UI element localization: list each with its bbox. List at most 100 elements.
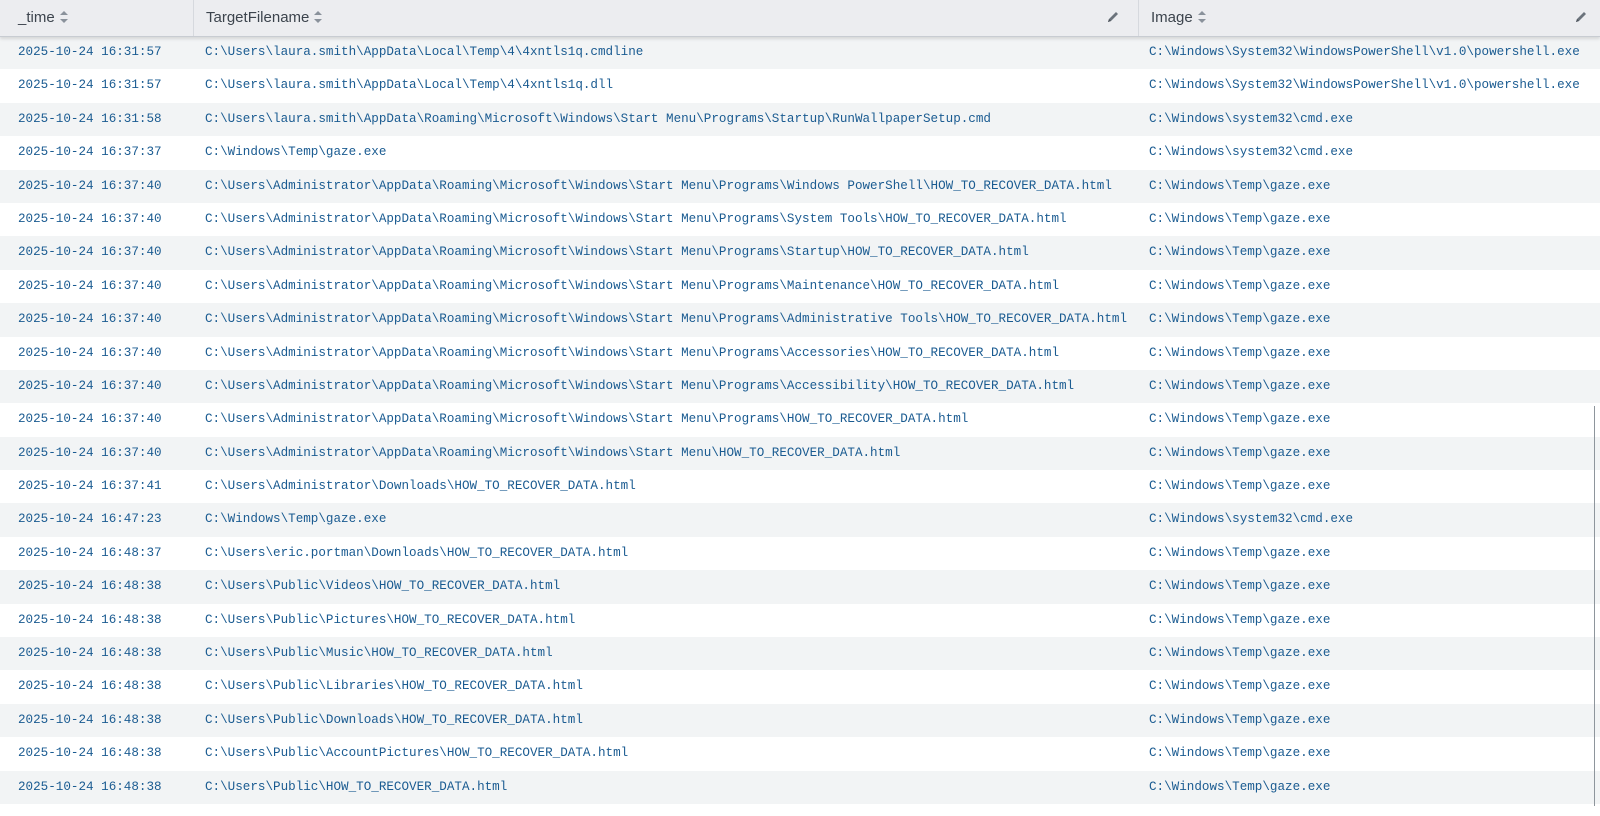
cell-image[interactable]: C:\Windows\Temp\gaze.exe: [1149, 270, 1330, 303]
cell-image[interactable]: C:\Windows\Temp\gaze.exe: [1149, 370, 1330, 403]
cell-targetfilename[interactable]: C:\Users\eric.portman\Downloads\HOW_TO_R…: [205, 537, 628, 570]
cell-time[interactable]: 2025-10-24 16:37:40: [18, 170, 162, 203]
cell-time[interactable]: 2025-10-24 16:37:37: [18, 136, 162, 169]
cell-time[interactable]: 2025-10-24 16:37:40: [18, 437, 162, 470]
cell-targetfilename[interactable]: C:\Users\laura.smith\AppData\Roaming\Mic…: [205, 103, 991, 136]
table-body: 2025-10-24 16:31:57 C:\Users\laura.smith\…: [0, 36, 1600, 804]
column-header-time[interactable]: _time: [0, 0, 193, 36]
column-header-targetfilename-label: TargetFilename: [206, 9, 310, 26]
cell-time[interactable]: 2025-10-24 16:31:58: [18, 103, 162, 136]
cell-targetfilename[interactable]: C:\Users\Administrator\AppData\Roaming\M…: [205, 403, 968, 436]
cell-image[interactable]: C:\Windows\Temp\gaze.exe: [1149, 537, 1330, 570]
cell-time[interactable]: 2025-10-24 16:37:41: [18, 470, 162, 503]
table-row: 2025-10-24 16:48:38 C:\Users\Public\Accou…: [0, 737, 1600, 771]
cell-time[interactable]: 2025-10-24 16:48:38: [18, 771, 162, 804]
cell-targetfilename[interactable]: C:\Users\Administrator\Downloads\HOW_TO_…: [205, 470, 636, 503]
column-header-image-label: Image: [1151, 9, 1193, 26]
cell-targetfilename[interactable]: C:\Users\Public\Videos\HOW_TO_RECOVER_DA…: [205, 570, 560, 603]
cell-image[interactable]: C:\Windows\Temp\gaze.exe: [1149, 403, 1330, 436]
cell-time[interactable]: 2025-10-24 16:37:40: [18, 270, 162, 303]
table-row: 2025-10-24 16:37:40 C:\Users\Administrato…: [0, 369, 1600, 404]
cell-image[interactable]: C:\Windows\Temp\gaze.exe: [1149, 604, 1330, 637]
pencil-icon[interactable]: [1574, 10, 1588, 24]
cell-targetfilename[interactable]: C:\Users\Public\AccountPictures\HOW_TO_R…: [205, 737, 628, 770]
cell-targetfilename[interactable]: C:\Users\Public\Pictures\HOW_TO_RECOVER_…: [205, 604, 575, 637]
cell-time[interactable]: 2025-10-24 16:37:40: [18, 337, 162, 370]
cell-image[interactable]: C:\Windows\Temp\gaze.exe: [1149, 337, 1330, 370]
column-header-time-label: _time: [18, 9, 55, 26]
cell-targetfilename[interactable]: C:\Users\Public\Libraries\HOW_TO_RECOVER…: [205, 670, 583, 703]
cell-targetfilename[interactable]: C:\Users\Public\Downloads\HOW_TO_RECOVER…: [205, 704, 583, 737]
cell-targetfilename[interactable]: C:\Users\Administrator\AppData\Roaming\M…: [205, 170, 1112, 203]
table-row: 2025-10-24 16:48:38 C:\Users\Public\Video…: [0, 570, 1600, 604]
cell-time[interactable]: 2025-10-24 16:37:40: [18, 370, 162, 403]
cell-image[interactable]: C:\Windows\system32\cmd.exe: [1149, 103, 1353, 136]
cell-image[interactable]: C:\Windows\System32\WindowsPowerShell\v1…: [1149, 36, 1580, 69]
cell-image[interactable]: C:\Windows\Temp\gaze.exe: [1149, 170, 1330, 203]
cell-image[interactable]: C:\Windows\Temp\gaze.exe: [1149, 637, 1330, 670]
cell-targetfilename[interactable]: C:\Users\Administrator\AppData\Roaming\M…: [205, 370, 1074, 403]
cell-image[interactable]: C:\Windows\Temp\gaze.exe: [1149, 704, 1330, 737]
table-row: 2025-10-24 16:37:40 C:\Users\Administrato…: [0, 336, 1600, 370]
cell-image[interactable]: C:\Windows\Temp\gaze.exe: [1149, 670, 1330, 703]
cell-time[interactable]: 2025-10-24 16:48:38: [18, 570, 162, 603]
cell-time[interactable]: 2025-10-24 16:31:57: [18, 36, 162, 69]
pencil-icon[interactable]: [1106, 10, 1120, 24]
cell-targetfilename[interactable]: C:\Users\Administrator\AppData\Roaming\M…: [205, 203, 1067, 236]
cell-time[interactable]: 2025-10-24 16:48:38: [18, 604, 162, 637]
cell-targetfilename[interactable]: C:\Users\laura.smith\AppData\Local\Temp\…: [205, 69, 613, 102]
table-row: 2025-10-24 16:37:41 C:\Users\Administrato…: [0, 470, 1600, 504]
cell-targetfilename[interactable]: C:\Users\Administrator\AppData\Roaming\M…: [205, 337, 1059, 370]
cell-targetfilename[interactable]: C:\Users\Administrator\AppData\Roaming\M…: [205, 303, 1127, 336]
cell-targetfilename[interactable]: C:\Windows\Temp\gaze.exe: [205, 503, 386, 536]
cell-image[interactable]: C:\Windows\Temp\gaze.exe: [1149, 437, 1330, 470]
cell-time[interactable]: 2025-10-24 16:37:40: [18, 203, 162, 236]
table-row: 2025-10-24 16:37:40 C:\Users\Administrato…: [0, 403, 1600, 437]
table-row: 2025-10-24 16:37:40 C:\Users\Administrato…: [0, 269, 1600, 304]
cell-time[interactable]: 2025-10-24 16:48:38: [18, 704, 162, 737]
table-row: 2025-10-24 16:47:23 C:\Windows\Temp\gaze.…: [0, 503, 1600, 537]
sort-icon[interactable]: [1197, 11, 1206, 23]
table-row: 2025-10-24 16:37:40 C:\Users\Administrato…: [0, 436, 1600, 471]
cell-time[interactable]: 2025-10-24 16:31:57: [18, 69, 162, 102]
sort-icon[interactable]: [314, 11, 323, 23]
cell-time[interactable]: 2025-10-24 16:37:40: [18, 303, 162, 336]
scrollbar-thumb[interactable]: [1594, 406, 1595, 806]
table-row: 2025-10-24 16:48:38 C:\Users\Public\Music…: [0, 637, 1600, 671]
cell-image[interactable]: C:\Windows\Temp\gaze.exe: [1149, 737, 1330, 770]
cell-targetfilename[interactable]: C:\Users\Administrator\AppData\Roaming\M…: [205, 270, 1059, 303]
cell-targetfilename[interactable]: C:\Windows\Temp\gaze.exe: [205, 136, 386, 169]
cell-image[interactable]: C:\Windows\system32\cmd.exe: [1149, 503, 1353, 536]
cell-targetfilename[interactable]: C:\Users\laura.smith\AppData\Local\Temp\…: [205, 36, 643, 69]
cell-time[interactable]: 2025-10-24 16:37:40: [18, 403, 162, 436]
vertical-scrollbar[interactable]: [1588, 36, 1600, 816]
table-row: 2025-10-24 16:48:38 C:\Users\Public\Pictu…: [0, 603, 1600, 638]
column-header-image[interactable]: Image: [1138, 0, 1600, 36]
table-row: 2025-10-24 16:48:38 C:\Users\Public\Libra…: [0, 670, 1600, 704]
column-header-targetfilename[interactable]: TargetFilename: [193, 0, 1138, 36]
cell-time[interactable]: 2025-10-24 16:48:38: [18, 737, 162, 770]
cell-image[interactable]: C:\Windows\Temp\gaze.exe: [1149, 236, 1330, 269]
cell-image[interactable]: C:\Windows\system32\cmd.exe: [1149, 136, 1353, 169]
cell-time[interactable]: 2025-10-24 16:48:38: [18, 670, 162, 703]
cell-time[interactable]: 2025-10-24 16:48:38: [18, 637, 162, 670]
table-row: 2025-10-24 16:31:57 C:\Users\laura.smith\…: [0, 36, 1600, 70]
cell-targetfilename[interactable]: C:\Users\Public\Music\HOW_TO_RECOVER_DAT…: [205, 637, 553, 670]
table-row: 2025-10-24 16:37:40 C:\Users\Administrato…: [0, 236, 1600, 270]
cell-image[interactable]: C:\Windows\Temp\gaze.exe: [1149, 470, 1330, 503]
cell-image[interactable]: C:\Windows\Temp\gaze.exe: [1149, 570, 1330, 603]
cell-time[interactable]: 2025-10-24 16:48:37: [18, 537, 162, 570]
cell-time[interactable]: 2025-10-24 16:37:40: [18, 236, 162, 269]
cell-image[interactable]: C:\Windows\Temp\gaze.exe: [1149, 771, 1330, 804]
sort-icon[interactable]: [59, 11, 68, 23]
table-row: 2025-10-24 16:37:40 C:\Users\Administrato…: [0, 169, 1600, 203]
cell-image[interactable]: C:\Windows\Temp\gaze.exe: [1149, 203, 1330, 236]
cell-targetfilename[interactable]: C:\Users\Public\HOW_TO_RECOVER_DATA.html: [205, 771, 507, 804]
cell-image[interactable]: C:\Windows\Temp\gaze.exe: [1149, 303, 1330, 336]
table-row: 2025-10-24 16:31:57 C:\Users\laura.smith\…: [0, 69, 1600, 103]
cell-targetfilename[interactable]: C:\Users\Administrator\AppData\Roaming\M…: [205, 437, 900, 470]
cell-targetfilename[interactable]: C:\Users\Administrator\AppData\Roaming\M…: [205, 236, 1029, 269]
table-row: 2025-10-24 16:37:40 C:\Users\Administrato…: [0, 202, 1600, 237]
cell-time[interactable]: 2025-10-24 16:47:23: [18, 503, 162, 536]
cell-image[interactable]: C:\Windows\System32\WindowsPowerShell\v1…: [1149, 69, 1580, 102]
